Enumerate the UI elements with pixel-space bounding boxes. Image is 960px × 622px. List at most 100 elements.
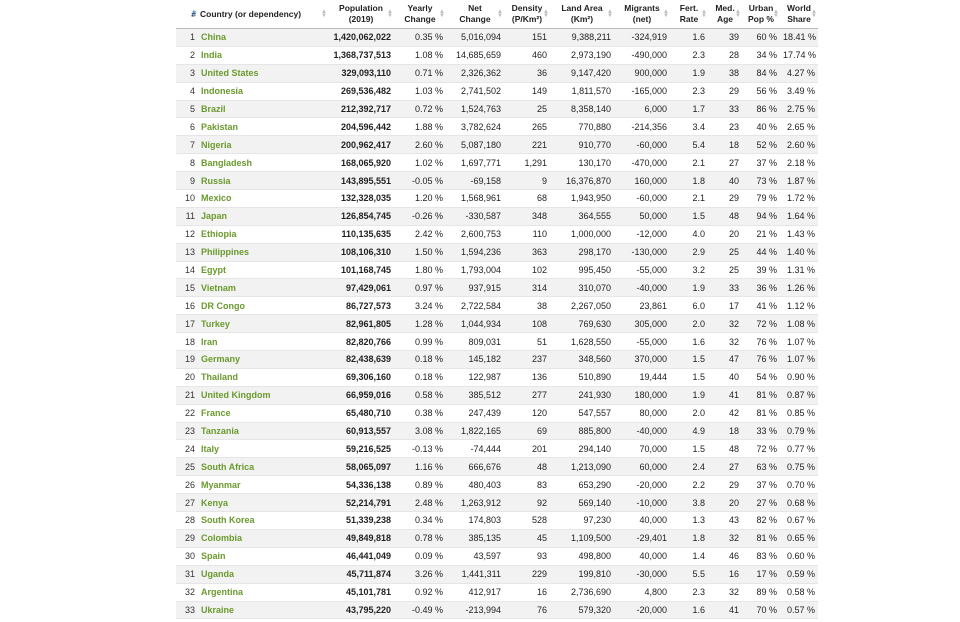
- sort-arrows-icon[interactable]: ▲ ▼: [773, 9, 779, 19]
- sort-arrows-icon[interactable]: ▲ ▼: [439, 9, 445, 19]
- urban-pop-cell: 44 %: [742, 243, 780, 262]
- country-link[interactable]: Colombia: [201, 533, 242, 543]
- country-link[interactable]: Tanzania: [201, 426, 239, 436]
- country-link[interactable]: United States: [201, 68, 259, 78]
- country-link[interactable]: Italy: [201, 444, 219, 454]
- country-link[interactable]: Uganda: [201, 569, 234, 579]
- urban-pop-cell: 86 %: [742, 100, 780, 119]
- country-cell: Philippines: [198, 243, 328, 262]
- country-link[interactable]: Vietnam: [201, 283, 236, 293]
- country-link[interactable]: South Korea: [201, 515, 255, 525]
- country-cell: Bangladesh: [198, 153, 328, 173]
- country-link[interactable]: Argentina: [201, 587, 243, 597]
- urban-pop-cell: 37 %: [742, 153, 780, 173]
- med-age-cell: 33: [708, 278, 742, 298]
- yearly-change-cell: -0.05 %: [394, 171, 446, 191]
- country-link[interactable]: Brazil: [201, 104, 226, 114]
- country-link[interactable]: Japan: [201, 211, 227, 221]
- country-link[interactable]: South Africa: [201, 462, 254, 472]
- med-age-cell: 17: [708, 296, 742, 316]
- country-link[interactable]: Iran: [201, 337, 218, 347]
- density-cell: 265: [504, 117, 550, 137]
- rank-cell: 11: [176, 207, 198, 226]
- column-header-sublabel: (net): [632, 14, 652, 24]
- population-cell: 52,214,791: [328, 493, 394, 513]
- country-link[interactable]: Turkey: [201, 319, 230, 329]
- sort-arrows-icon[interactable]: ▲ ▼: [663, 9, 669, 19]
- column-header-population[interactable]: Population (2019) ▲ ▼: [328, 0, 394, 29]
- country-link[interactable]: Germany: [201, 354, 240, 364]
- fert-rate-cell: 2.3: [670, 583, 708, 602]
- population-table: # ▲ ▼ Country (or dependency) ▲ ▼ Population (2…: [176, 0, 818, 620]
- population-cell: 54,336,138: [328, 475, 394, 495]
- migrants-cell: 4,800: [614, 583, 670, 602]
- sort-arrows-icon[interactable]: ▲ ▼: [497, 9, 503, 19]
- urban-pop-cell: 84 %: [742, 64, 780, 83]
- med-age-cell: 41: [708, 601, 742, 620]
- column-header-rank[interactable]: # ▲ ▼: [176, 0, 198, 29]
- column-header-land-area[interactable]: Land Area (Km²) ▲ ▼: [550, 0, 614, 29]
- density-cell: 237: [504, 350, 550, 369]
- column-header-fert-rate[interactable]: Fert. Rate ▲ ▼: [670, 0, 708, 29]
- table-row: 12 Ethiopia 110,135,635 2.42 % 2,600,753 110 1…: [176, 225, 818, 244]
- sort-arrows-icon[interactable]: ▲ ▼: [701, 9, 707, 19]
- country-cell: Brazil: [198, 100, 328, 119]
- net-change-cell: 1,594,236: [446, 243, 504, 262]
- land-area-cell: 910,770: [550, 135, 614, 155]
- country-link[interactable]: France: [201, 408, 231, 418]
- sort-arrows-icon[interactable]: ▲ ▼: [543, 9, 549, 19]
- migrants-cell: 80,000: [614, 404, 670, 423]
- world-share-cell: 1.31 %: [780, 261, 818, 280]
- rank-cell: 17: [176, 314, 198, 334]
- urban-pop-cell: 52 %: [742, 135, 780, 155]
- country-link[interactable]: Nigeria: [201, 140, 232, 150]
- country-link[interactable]: DR Congo: [201, 301, 245, 311]
- table-row: 19 Germany 82,438,639 0.18 % 145,182 237 348,5…: [176, 350, 818, 369]
- country-link[interactable]: Ethiopia: [201, 229, 237, 239]
- country-link[interactable]: Thailand: [201, 372, 238, 382]
- migrants-cell: -490,000: [614, 46, 670, 65]
- sort-arrows-icon[interactable]: ▲ ▼: [811, 9, 817, 19]
- sort-arrows-icon[interactable]: ▲ ▼: [321, 9, 327, 19]
- country-link[interactable]: United Kingdom: [201, 390, 271, 400]
- country-cell: Ethiopia: [198, 225, 328, 244]
- column-header-med-age[interactable]: Med. Age ▲ ▼: [708, 0, 742, 29]
- column-header-yearly-change[interactable]: Yearly Change ▲ ▼: [394, 0, 446, 29]
- column-header-migrants[interactable]: Migrants (net) ▲ ▼: [614, 0, 670, 29]
- country-link[interactable]: Mexico: [201, 193, 232, 203]
- yearly-change-cell: 3.08 %: [394, 422, 446, 441]
- country-link[interactable]: Philippines: [201, 247, 249, 257]
- column-header-urban-pop[interactable]: Urban Pop % ▲ ▼: [742, 0, 780, 29]
- urban-pop-cell: 76 %: [742, 350, 780, 369]
- population-cell: 97,429,061: [328, 278, 394, 298]
- column-header-density[interactable]: Density (P/Km²) ▲ ▼: [504, 0, 550, 29]
- sort-arrows-icon[interactable]: ▲ ▼: [735, 9, 741, 19]
- column-header-net-change[interactable]: Net Change ▲ ▼: [446, 0, 504, 29]
- country-link[interactable]: Kenya: [201, 498, 228, 508]
- country-link[interactable]: China: [201, 32, 226, 42]
- sort-arrows-icon[interactable]: ▲ ▼: [191, 9, 197, 19]
- country-link[interactable]: Spain: [201, 551, 226, 561]
- population-cell: 45,711,874: [328, 565, 394, 584]
- fert-rate-cell: 1.4: [670, 547, 708, 566]
- rank-cell: 7: [176, 135, 198, 155]
- country-link[interactable]: Bangladesh: [201, 158, 252, 168]
- sort-arrows-icon[interactable]: ▲ ▼: [607, 9, 613, 19]
- country-link[interactable]: Indonesia: [201, 86, 243, 96]
- column-header-world-share[interactable]: World Share ▲ ▼: [780, 0, 818, 29]
- table-row: 15 Vietnam 97,429,061 0.97 % 937,915 314 310,0…: [176, 278, 818, 298]
- column-header-country[interactable]: Country (or dependency) ▲ ▼: [198, 0, 328, 29]
- table-row: 7 Nigeria 200,962,417 2.60 % 5,087,180 221 910…: [176, 135, 818, 155]
- population-cell: 66,959,016: [328, 386, 394, 405]
- land-area-cell: 1,109,500: [550, 529, 614, 548]
- sort-arrows-icon[interactable]: ▲ ▼: [387, 9, 393, 19]
- country-link[interactable]: Egypt: [201, 265, 226, 275]
- land-area-cell: 16,376,870: [550, 171, 614, 191]
- country-link[interactable]: Ukraine: [201, 605, 234, 615]
- country-link[interactable]: Myanmar: [201, 480, 241, 490]
- country-link[interactable]: India: [201, 50, 222, 60]
- land-area-cell: 498,800: [550, 547, 614, 566]
- migrants-cell: 40,000: [614, 547, 670, 566]
- country-link[interactable]: Russia: [201, 176, 231, 186]
- country-link[interactable]: Pakistan: [201, 122, 238, 132]
